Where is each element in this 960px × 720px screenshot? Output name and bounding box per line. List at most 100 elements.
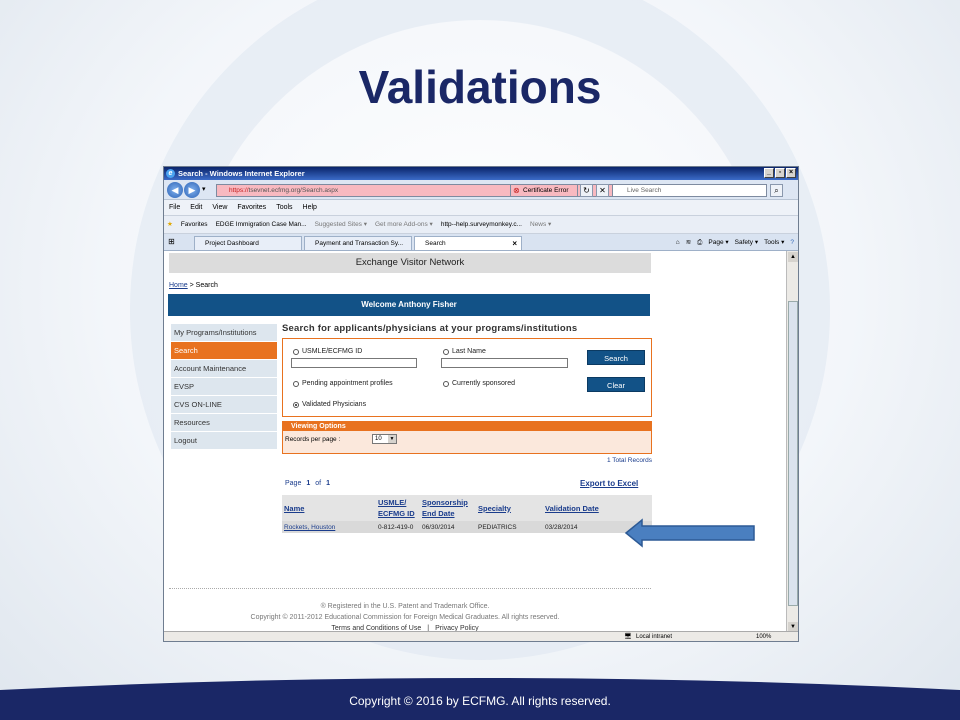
slide-title: Validations bbox=[358, 61, 602, 113]
status-bar: 🖥 Local intranet 100% bbox=[164, 631, 798, 641]
menu-view[interactable]: View bbox=[212, 200, 227, 215]
menu-favorites[interactable]: Favorites bbox=[237, 200, 266, 215]
radio-validated[interactable]: Validated Physicians bbox=[293, 401, 366, 408]
viewing-options-panel: Viewing Options Records per page : 10 ▼ bbox=[282, 421, 652, 454]
page-menu[interactable]: Page ▾ bbox=[708, 236, 728, 249]
column-sponsorship-end[interactable]: Sponsorship End Date bbox=[420, 495, 476, 521]
help-icon[interactable]: ? bbox=[790, 236, 794, 249]
forward-button[interactable]: ▶ bbox=[184, 182, 200, 198]
records-per-page-select[interactable]: 10 ▼ bbox=[372, 434, 397, 444]
scroll-up-icon[interactable]: ▲ bbox=[788, 252, 798, 262]
live-search-input[interactable]: Live Search bbox=[612, 184, 767, 197]
chevron-down-icon: ▼ bbox=[388, 435, 396, 443]
history-dropdown-icon[interactable]: ▾ bbox=[202, 185, 206, 193]
nav-cvs-online[interactable]: CVS ON-LINE bbox=[171, 396, 277, 413]
nav-logout[interactable]: Logout bbox=[171, 432, 277, 449]
stop-icon[interactable]: ✕ bbox=[596, 184, 609, 197]
cell-usmle-id: 0-812-419-0 bbox=[376, 521, 420, 533]
nav-account-maintenance[interactable]: Account Maintenance bbox=[171, 360, 277, 377]
certificate-error-button[interactable]: Certificate Error bbox=[510, 184, 578, 197]
nav-evsp[interactable]: EVSP bbox=[171, 378, 277, 395]
results-table: Name USMLE/ ECFMG ID Sponsorship End Dat… bbox=[282, 495, 652, 533]
security-zone: Local intranet bbox=[636, 634, 673, 640]
maximize-button[interactable]: ▫ bbox=[775, 168, 785, 178]
radio-sponsored[interactable]: Currently sponsored bbox=[443, 380, 515, 387]
favorite-item-surveymonkey[interactable]: http--help.surveymonkey.c... bbox=[441, 216, 522, 233]
tab-close-icon[interactable]: × bbox=[512, 237, 517, 250]
favorite-item-news[interactable]: News ▾ bbox=[530, 216, 551, 233]
site-copyright: Copyright © 2011-2012 Educational Commis… bbox=[250, 614, 560, 621]
clear-button[interactable]: Clear bbox=[587, 377, 645, 392]
quick-tabs-icon[interactable]: ⊞ bbox=[168, 237, 175, 246]
vertical-scrollbar[interactable]: ▲ ▼ bbox=[786, 251, 798, 633]
last-name-input[interactable] bbox=[441, 358, 568, 368]
export-to-excel-link[interactable]: Export to Excel bbox=[580, 479, 638, 488]
current-page: 1 bbox=[306, 480, 311, 487]
tab-payment[interactable]: Payment and Transaction Sy... bbox=[304, 236, 412, 250]
menu-help[interactable]: Help bbox=[303, 200, 317, 215]
pager: Page 1 of 1 bbox=[285, 480, 331, 487]
site-header: Exchange Visitor Network bbox=[169, 253, 651, 273]
refresh-icon[interactable]: ↻ bbox=[580, 184, 593, 197]
breadcrumb-home-link[interactable]: Home bbox=[169, 282, 188, 289]
search-icon[interactable]: ⌕ bbox=[770, 184, 783, 197]
scroll-thumb[interactable] bbox=[788, 301, 798, 606]
browser-window: e Search - Windows Internet Explorer _ ▫… bbox=[163, 166, 799, 642]
breadcrumb: Home > Search bbox=[169, 282, 218, 289]
side-navigation: My Programs/Institutions Search Account … bbox=[171, 324, 277, 450]
footer-divider bbox=[169, 588, 651, 589]
zone-icon: 🖥 bbox=[624, 634, 632, 640]
favorites-button[interactable]: Favorites bbox=[181, 216, 208, 233]
slide-footer: Copyright © 2016 by ECFMG. All rights re… bbox=[349, 694, 611, 708]
radio-usmle[interactable]: USMLE/ECFMG ID bbox=[293, 348, 362, 355]
menu-tools[interactable]: Tools bbox=[276, 200, 292, 215]
column-usmle-id[interactable]: USMLE/ ECFMG ID bbox=[376, 495, 420, 521]
table-row: Rockets, Houston 0-812-419-0 06/30/2014 … bbox=[282, 521, 652, 533]
safety-menu[interactable]: Safety ▾ bbox=[735, 236, 759, 249]
menu-edit[interactable]: Edit bbox=[190, 200, 202, 215]
favorites-star-icon[interactable]: ★ bbox=[167, 216, 173, 233]
trademark-notice: ® Registered in the U.S. Patent and Trad… bbox=[320, 603, 490, 610]
favorites-bar: ★ Favorites EDGE Immigration Case Man...… bbox=[164, 216, 798, 234]
viewing-options-header: Viewing Options bbox=[283, 422, 651, 431]
nav-my-programs[interactable]: My Programs/Institutions bbox=[171, 324, 277, 341]
back-button[interactable]: ◀ bbox=[167, 182, 183, 198]
nav-resources[interactable]: Resources bbox=[171, 414, 277, 431]
favorite-item-addons[interactable]: Get more Add-ons ▾ bbox=[375, 216, 433, 233]
minimize-button[interactable]: _ bbox=[764, 168, 774, 178]
close-button[interactable]: × bbox=[786, 168, 796, 178]
zoom-level[interactable]: 100% bbox=[756, 632, 771, 641]
cell-sponsorship-end: 06/30/2014 bbox=[420, 521, 476, 533]
total-records: 1 Total Records bbox=[606, 457, 652, 464]
search-button[interactable]: Search bbox=[587, 350, 645, 365]
radio-last-name[interactable]: Last Name bbox=[443, 348, 486, 355]
menu-bar: File Edit View Favorites Tools Help bbox=[164, 200, 798, 216]
arrow-icon bbox=[624, 518, 755, 548]
search-title: Search for applicants/physicians at your… bbox=[282, 323, 578, 334]
ie-icon: e bbox=[166, 169, 175, 178]
cell-specialty: PEDIATRICS bbox=[476, 521, 543, 533]
window-title: Search - Windows Internet Explorer bbox=[178, 169, 305, 178]
page-viewport: Exchange Visitor Network Home > Search W… bbox=[164, 251, 786, 633]
nav-search[interactable]: Search bbox=[171, 342, 277, 359]
tools-menu[interactable]: Tools ▾ bbox=[764, 236, 784, 249]
column-name[interactable]: Name bbox=[282, 495, 376, 521]
window-titlebar: e Search - Windows Internet Explorer _ ▫… bbox=[164, 167, 798, 180]
search-panel: USMLE/ECFMG ID Last Name Search Pending … bbox=[282, 338, 652, 417]
tab-search[interactable]: Search × bbox=[414, 236, 522, 250]
favorite-item-edge[interactable]: EDGE Immigration Case Man... bbox=[216, 216, 307, 233]
radio-pending[interactable]: Pending appointment profiles bbox=[293, 380, 393, 387]
records-per-page-label: Records per page : bbox=[285, 436, 341, 443]
print-icon[interactable]: ⎙ bbox=[697, 236, 702, 249]
tab-bar: ⊞ Project Dashboard Payment and Transact… bbox=[164, 234, 798, 251]
feeds-icon[interactable]: ≋ bbox=[686, 236, 691, 249]
tab-project-dashboard[interactable]: Project Dashboard bbox=[194, 236, 302, 250]
menu-file[interactable]: File bbox=[169, 200, 180, 215]
applicant-name-link[interactable]: Rockets, Houston bbox=[282, 521, 376, 533]
usmle-id-input[interactable] bbox=[291, 358, 417, 368]
total-pages: 1 bbox=[326, 480, 331, 487]
welcome-banner: Welcome Anthony Fisher bbox=[168, 294, 650, 316]
home-icon[interactable]: ⌂ bbox=[676, 236, 680, 249]
column-specialty[interactable]: Specialty bbox=[476, 495, 543, 521]
favorite-item-suggested[interactable]: Suggested Sites ▾ bbox=[315, 216, 367, 233]
